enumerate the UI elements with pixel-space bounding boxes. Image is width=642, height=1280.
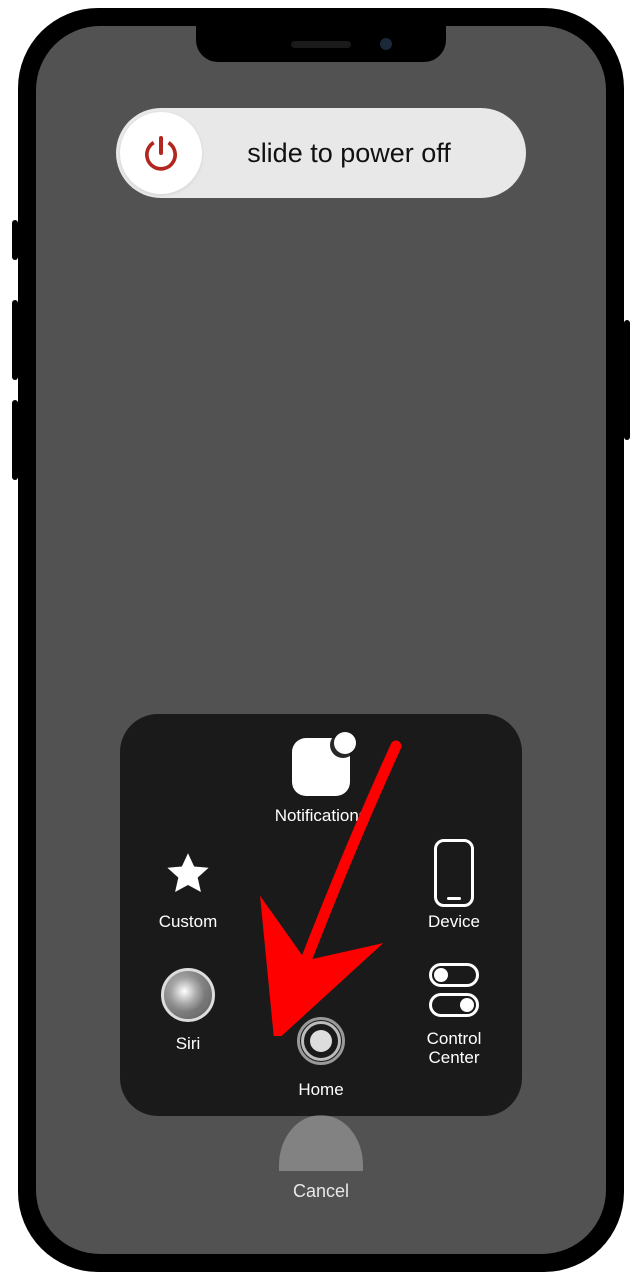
assistivetouch-control-center[interactable]: Control Center	[394, 959, 514, 1068]
device-icon	[423, 842, 485, 904]
iphone-frame: slide to power off Notifications Custom	[18, 8, 624, 1272]
device-label: Device	[428, 912, 480, 932]
siri-icon	[157, 964, 219, 1026]
assistivetouch-device[interactable]: Device	[394, 842, 514, 932]
home-icon	[290, 1010, 352, 1072]
assistivetouch-notifications[interactable]: Notifications	[261, 736, 381, 826]
control-center-icon	[426, 959, 482, 1021]
cancel-label: Cancel	[293, 1181, 349, 1202]
slide-to-power-off-label: slide to power off	[202, 138, 526, 169]
power-icon	[141, 133, 181, 173]
home-label: Home	[298, 1080, 343, 1100]
earpiece-speaker	[291, 41, 351, 48]
assistivetouch-menu: Notifications Custom Device Siri	[120, 714, 522, 1116]
control-center-label: Control Center	[427, 1029, 482, 1068]
power-off-knob[interactable]	[120, 112, 202, 194]
notifications-icon	[290, 736, 352, 798]
cancel-pill-icon	[279, 1115, 363, 1171]
slide-to-power-off[interactable]: slide to power off	[116, 108, 526, 198]
cancel-button[interactable]: Cancel	[279, 1115, 363, 1202]
front-camera	[380, 38, 392, 50]
assistivetouch-custom[interactable]: Custom	[128, 842, 248, 932]
assistivetouch-siri[interactable]: Siri	[128, 964, 248, 1054]
assistivetouch-home[interactable]: Home	[261, 1010, 381, 1100]
siri-label: Siri	[176, 1034, 201, 1054]
star-icon	[157, 842, 219, 904]
custom-label: Custom	[159, 912, 218, 932]
side-power-button	[624, 320, 630, 440]
notch	[196, 26, 446, 62]
notifications-label: Notifications	[275, 806, 368, 826]
screen: slide to power off Notifications Custom	[36, 26, 606, 1254]
